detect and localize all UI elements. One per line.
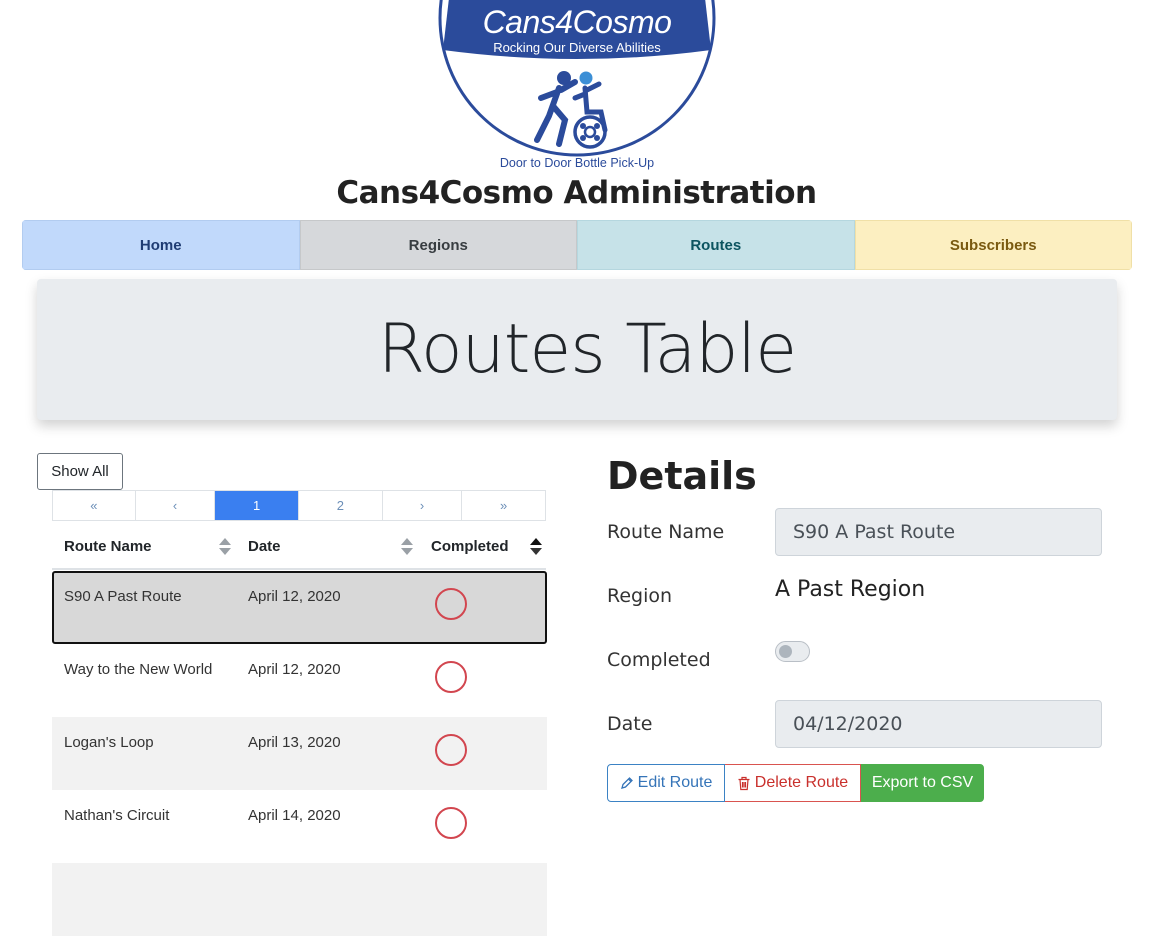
column-header-route-name[interactable]: Route Name (64, 538, 152, 555)
route-name-cell: Way to the New World (64, 661, 213, 678)
region-value: A Past Region (775, 577, 926, 602)
pagination: « ‹ 1 2 › » (52, 490, 546, 521)
route-name-cell: Logan's Loop (64, 734, 154, 751)
sort-route-name-icon[interactable] (219, 538, 231, 556)
column-header-date[interactable]: Date (248, 538, 281, 555)
route-name-label: Route Name (607, 521, 725, 543)
edit-route-label: Edit Route (637, 774, 713, 791)
logo-title: Cans4Cosmo (482, 4, 672, 40)
routes-table-body: S90 A Past Route April 12, 2020 Way to t… (52, 571, 547, 936)
logo-tagline: Door to Door Bottle Pick-Up (499, 156, 655, 170)
route-date-cell: April 12, 2020 (248, 661, 341, 678)
cans4cosmo-logo: Cans4Cosmo Rocking Our Diverse Abilities… (437, 0, 717, 178)
nav-routes-button[interactable]: Routes (577, 220, 855, 270)
route-name-field[interactable]: S90 A Past Route (775, 508, 1102, 556)
page-prev-button[interactable]: ‹ (136, 491, 216, 520)
details-actions: Edit Route Delete Route Export to CSV (607, 764, 984, 802)
page-next-button[interactable]: › (383, 491, 463, 520)
jumbotron: Routes Table (37, 279, 1117, 420)
route-date-cell: April 12, 2020 (248, 588, 341, 605)
date-field[interactable]: 04/12/2020 (775, 700, 1102, 748)
nav-regions-button[interactable]: Regions (299, 220, 577, 270)
main-nav: Home Regions Routes Subscribers (22, 220, 1132, 270)
table-row[interactable]: S90 A Past Route April 12, 2020 (52, 571, 547, 644)
incomplete-status-icon (435, 807, 467, 839)
nav-home-button[interactable]: Home (22, 220, 300, 270)
details-title: Details (607, 454, 757, 498)
logo-subtitle: Rocking Our Diverse Abilities (493, 40, 661, 55)
export-csv-button[interactable]: Export to CSV (861, 764, 984, 802)
page-first-button[interactable]: « (53, 491, 136, 520)
route-date-cell: April 13, 2020 (248, 734, 341, 751)
incomplete-status-icon (435, 588, 467, 620)
table-row[interactable] (52, 863, 547, 936)
route-name-cell: S90 A Past Route (64, 588, 182, 605)
page-title: Cans4Cosmo Administration (336, 175, 817, 211)
page-2-button[interactable]: 2 (299, 491, 383, 520)
nav-subscribers-button[interactable]: Subscribers (854, 220, 1132, 270)
route-date-cell: April 14, 2020 (248, 807, 341, 824)
region-label: Region (607, 585, 673, 607)
completed-toggle[interactable] (775, 641, 810, 662)
pencil-icon (620, 776, 634, 790)
page-1-button[interactable]: 1 (215, 491, 299, 520)
sort-completed-icon[interactable] (530, 538, 542, 556)
incomplete-status-icon (435, 661, 467, 693)
table-header: Route Name Date Completed (52, 526, 546, 570)
table-row[interactable]: Logan's Loop April 13, 2020 (52, 717, 547, 790)
page-last-button[interactable]: » (462, 491, 545, 520)
completed-label: Completed (607, 649, 711, 671)
route-name-cell: Nathan's Circuit (64, 807, 170, 824)
incomplete-status-icon (435, 734, 467, 766)
toggle-knob (779, 645, 792, 658)
date-label: Date (607, 713, 653, 735)
table-row[interactable]: Way to the New World April 12, 2020 (52, 644, 547, 717)
edit-route-button[interactable]: Edit Route (607, 764, 725, 802)
delete-route-label: Delete Route (754, 774, 849, 791)
jumbotron-title: Routes Table (377, 310, 797, 389)
trash-icon (737, 776, 751, 791)
sort-date-icon[interactable] (401, 538, 413, 556)
table-row[interactable]: Nathan's Circuit April 14, 2020 (52, 790, 547, 863)
delete-route-button[interactable]: Delete Route (725, 764, 861, 802)
column-header-completed[interactable]: Completed (431, 538, 509, 555)
show-all-button[interactable]: Show All (37, 453, 123, 490)
